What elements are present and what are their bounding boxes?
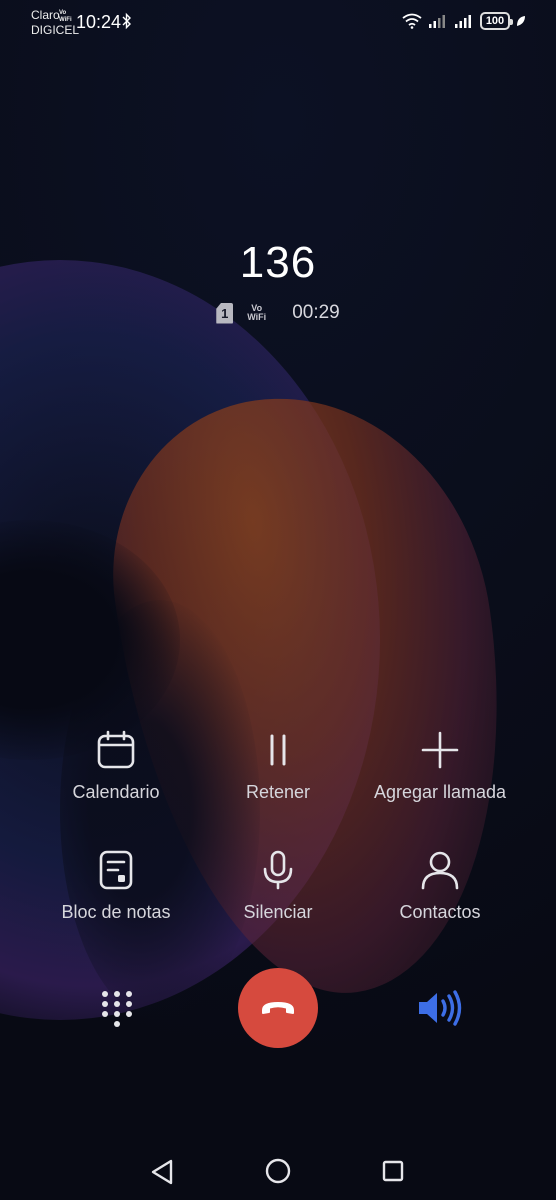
plus-icon [421,731,459,769]
hold-label: Retener [245,782,311,802]
battery-icon: 100 [480,12,513,30]
calendar-label: Calendario [72,782,160,802]
mute-label: Silenciar [243,902,313,922]
speaker-icon[interactable] [416,988,464,1028]
calendar-icon [97,730,135,769]
person-icon [421,851,459,890]
notepad-label: Bloc de notas [61,902,171,922]
sim-number: 1 [221,305,229,321]
add-call-button[interactable]: Agregar llamada [350,730,530,803]
contacts-label: Contactos [399,902,481,922]
notepad-button[interactable]: Bloc de notas [26,850,206,923]
end-call-button[interactable] [238,968,318,1048]
vowifi-indicator: Vo WiFi [59,10,72,24]
calendar-button[interactable]: Calendario [26,730,206,803]
battery-level: 100 [485,15,505,27]
contacts-button[interactable]: Contactos [350,850,530,923]
sim-icon: 1 [216,302,234,324]
wifi-icon [402,13,422,29]
call-details: 1 Vo WiFi 00:29 [0,302,556,324]
dialpad-icon[interactable] [100,990,134,1028]
call-duration: 00:29 [292,302,340,323]
notepad-icon [99,850,133,890]
signal-icon [455,15,471,28]
vowifi-label: WiFi [247,312,267,322]
status-bar: Claro DIGICEL Vo WiFi 10:24 100 [0,0,556,44]
back-icon[interactable] [150,1159,174,1185]
signal-icon [429,15,445,28]
leaf-icon [517,16,525,26]
bluetooth-icon [122,12,131,30]
microphone-icon [263,850,293,890]
hold-button[interactable]: Retener [188,730,368,803]
vowifi-label: Vo [59,10,67,16]
home-icon[interactable] [265,1158,291,1184]
vowifi-label: WiFi [59,17,72,23]
carrier-name: DIGICEL [31,23,80,37]
pause-icon [270,734,286,766]
recents-icon[interactable] [382,1160,404,1182]
vowifi-indicator: Vo WiFi [247,304,266,322]
mute-button[interactable]: Silenciar [188,850,368,923]
status-indicators: 100 [402,12,526,30]
status-time: 10:24 [76,12,122,32]
call-number: 136 [239,238,317,287]
carrier-info: Claro DIGICEL [31,8,79,38]
end-call-icon [262,1002,294,1014]
add-call-label: Agregar llamada [373,782,507,802]
